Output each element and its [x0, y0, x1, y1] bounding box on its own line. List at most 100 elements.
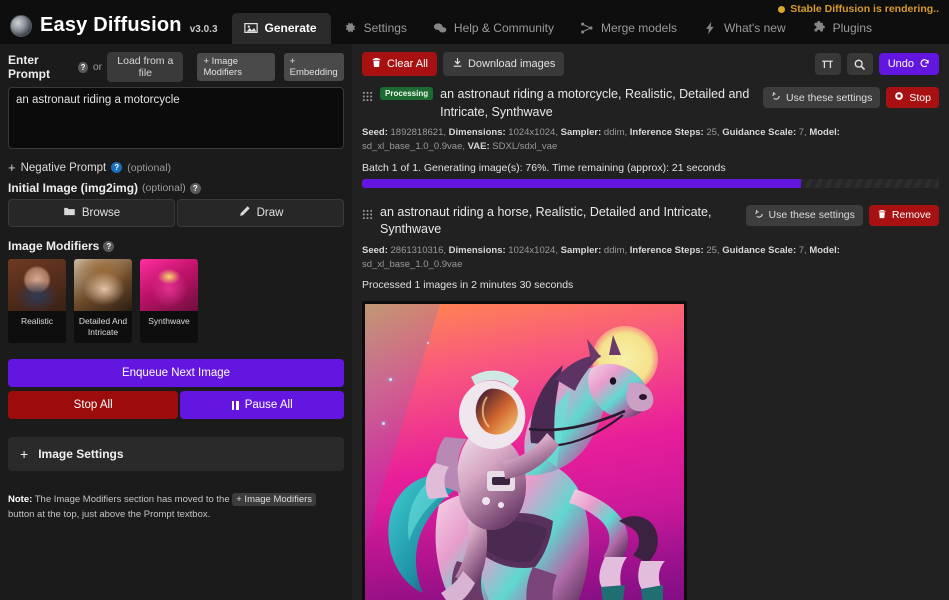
note-text-before: The Image Modifiers section has moved to…: [34, 494, 230, 506]
image-modifier-card[interactable]: Realistic: [8, 259, 66, 344]
note-chip: + Image Modifiers: [232, 493, 317, 507]
status-badge: Stable Diffusion is rendering..: [778, 3, 939, 15]
grip-icon[interactable]: [362, 207, 373, 219]
grip-icon[interactable]: [362, 89, 373, 102]
download-images-label: Download images: [467, 58, 556, 70]
remove-task-label: Remove: [891, 209, 931, 221]
help-icon[interactable]: ?: [111, 162, 123, 173]
generated-image[interactable]: [362, 301, 687, 600]
prompt-input[interactable]: an astronaut riding a motorcycle: [8, 87, 344, 149]
load-from-file-button[interactable]: Load from a file: [107, 52, 184, 82]
dimensions-value: 1024x1024,: [508, 127, 558, 138]
add-image-modifiers-button[interactable]: + Image Modifiers: [197, 53, 275, 81]
tab-plugins[interactable]: Plugins: [800, 13, 886, 44]
sliders-icon[interactable]: [814, 53, 841, 75]
status-text: Stable Diffusion is rendering..: [790, 3, 939, 15]
merge-icon: [580, 21, 594, 35]
sampler-value: ddim,: [603, 127, 628, 138]
task-actions: Use these settings Stop: [763, 87, 939, 108]
remove-task-button[interactable]: Remove: [868, 204, 939, 226]
tab-generate[interactable]: Generate: [231, 13, 331, 44]
progress-bar-fill: [362, 178, 801, 188]
seed-label: Seed:: [362, 127, 388, 138]
task-status-text: Batch 1 of 1. Generating image(s): 76%. …: [362, 161, 726, 174]
task-header: Processing an astronaut riding a motorcy…: [362, 86, 939, 121]
draw-label: Draw: [256, 207, 284, 219]
browse-label: Browse: [81, 207, 121, 219]
help-icon[interactable]: ?: [189, 182, 201, 194]
browse-button[interactable]: Browse: [8, 199, 175, 227]
use-these-settings-button[interactable]: Use these settings: [745, 204, 863, 226]
guidance-value: 7,: [798, 244, 807, 256]
model-label: Model:: [809, 127, 840, 138]
tab-whats-new-label: What's new: [723, 21, 786, 35]
negative-prompt-optional: (optional): [127, 161, 172, 174]
use-these-settings-label: Use these settings: [768, 209, 855, 221]
undo-label: Undo: [887, 58, 914, 70]
guidance-label: Guidance Scale:: [722, 244, 797, 256]
sampler-label: Sampler:: [560, 244, 602, 256]
search-icon[interactable]: [846, 53, 873, 75]
draw-button[interactable]: Draw: [177, 199, 344, 227]
modifier-thumbnail: [8, 259, 66, 311]
task-metadata: Seed: 2861310316, Dimensions: 1024x1024,…: [362, 244, 939, 273]
clear-all-button[interactable]: Clear All: [362, 52, 437, 76]
tab-whats-new[interactable]: What's new: [691, 13, 800, 44]
progress-bar: [362, 178, 939, 188]
task-status-text: Processed 1 images in 2 minutes 30 secon…: [362, 279, 574, 291]
use-these-settings-button[interactable]: Use these settings: [763, 87, 881, 108]
help-icon[interactable]: ?: [78, 61, 88, 73]
stop-task-button[interactable]: Stop: [886, 87, 939, 108]
prompt-or-text: or: [92, 61, 103, 73]
add-embedding-button[interactable]: + Embedding: [283, 53, 344, 81]
task-header: an astronaut riding a horse, Realistic, …: [362, 204, 939, 239]
tab-merge-models[interactable]: Merge models: [568, 13, 691, 44]
tab-help-community[interactable]: Help & Community: [421, 13, 568, 44]
sampler-label: Sampler:: [560, 127, 602, 138]
image-modifiers-header: Image Modifiers ?: [8, 239, 344, 253]
stop-all-button[interactable]: Stop All: [8, 391, 179, 420]
steps-label: Inference Steps:: [629, 244, 704, 256]
stop-pause-row: Stop All Pause All: [8, 391, 344, 420]
download-images-button[interactable]: Download images: [442, 52, 565, 76]
tab-settings-label: Settings: [363, 21, 407, 35]
note-prefix: Note:: [8, 494, 33, 506]
status-dot-icon: [778, 5, 786, 13]
sampler-value: ddim,: [603, 244, 628, 256]
image-modifier-card[interactable]: Synthwave: [140, 259, 198, 344]
pause-all-label: Pause All: [244, 399, 293, 412]
sidebar: Enter Prompt ? or Load from a file + Ima…: [0, 44, 352, 600]
dimensions-label: Dimensions:: [448, 244, 506, 256]
stop-task-label: Stop: [909, 91, 931, 104]
folder-icon: [63, 205, 76, 221]
model-value: sd_xl_base_1.0_0.9vae: [362, 258, 463, 270]
status-badge: Processing: [380, 87, 434, 100]
prompt-label: Enter Prompt: [8, 53, 50, 81]
steps-label: Inference Steps:: [629, 127, 704, 138]
task-item: an astronaut riding a horse, Realistic, …: [362, 204, 939, 600]
tab-settings[interactable]: Settings: [331, 13, 421, 44]
help-icon[interactable]: ?: [103, 240, 115, 252]
sidebar-note: Note: The Image Modifiers section has mo…: [8, 493, 344, 522]
stop-circle-icon: [894, 91, 904, 104]
tab-generate-label: Generate: [264, 21, 317, 35]
plus-icon: +: [8, 160, 16, 175]
image-settings-accordion[interactable]: + Image Settings: [8, 437, 344, 472]
trash-icon: [877, 209, 887, 222]
vae-value: SDXL/sdxl_vae: [492, 141, 558, 153]
undo-button[interactable]: Undo: [878, 53, 939, 75]
steps-value: 25,: [706, 127, 720, 138]
gear-icon: [343, 21, 357, 35]
image-modifier-card[interactable]: Detailed And Intricate: [74, 259, 132, 344]
modifier-thumbnail: [140, 259, 198, 311]
pause-icon: [231, 400, 239, 410]
steps-value: 25,: [706, 244, 720, 256]
enqueue-next-image-button[interactable]: Enqueue Next Image: [8, 359, 344, 388]
negative-prompt-toggle[interactable]: + Negative Prompt ? (optional): [8, 161, 344, 174]
image-settings-label: Image Settings: [38, 447, 124, 462]
pencil-icon: [238, 205, 251, 221]
app-logo-icon: [10, 14, 32, 37]
initial-image-header: Initial Image (img2img) (optional) ?: [8, 181, 344, 195]
brand: Easy Diffusion v3.0.3: [10, 14, 218, 44]
pause-all-button[interactable]: Pause All: [180, 391, 344, 420]
